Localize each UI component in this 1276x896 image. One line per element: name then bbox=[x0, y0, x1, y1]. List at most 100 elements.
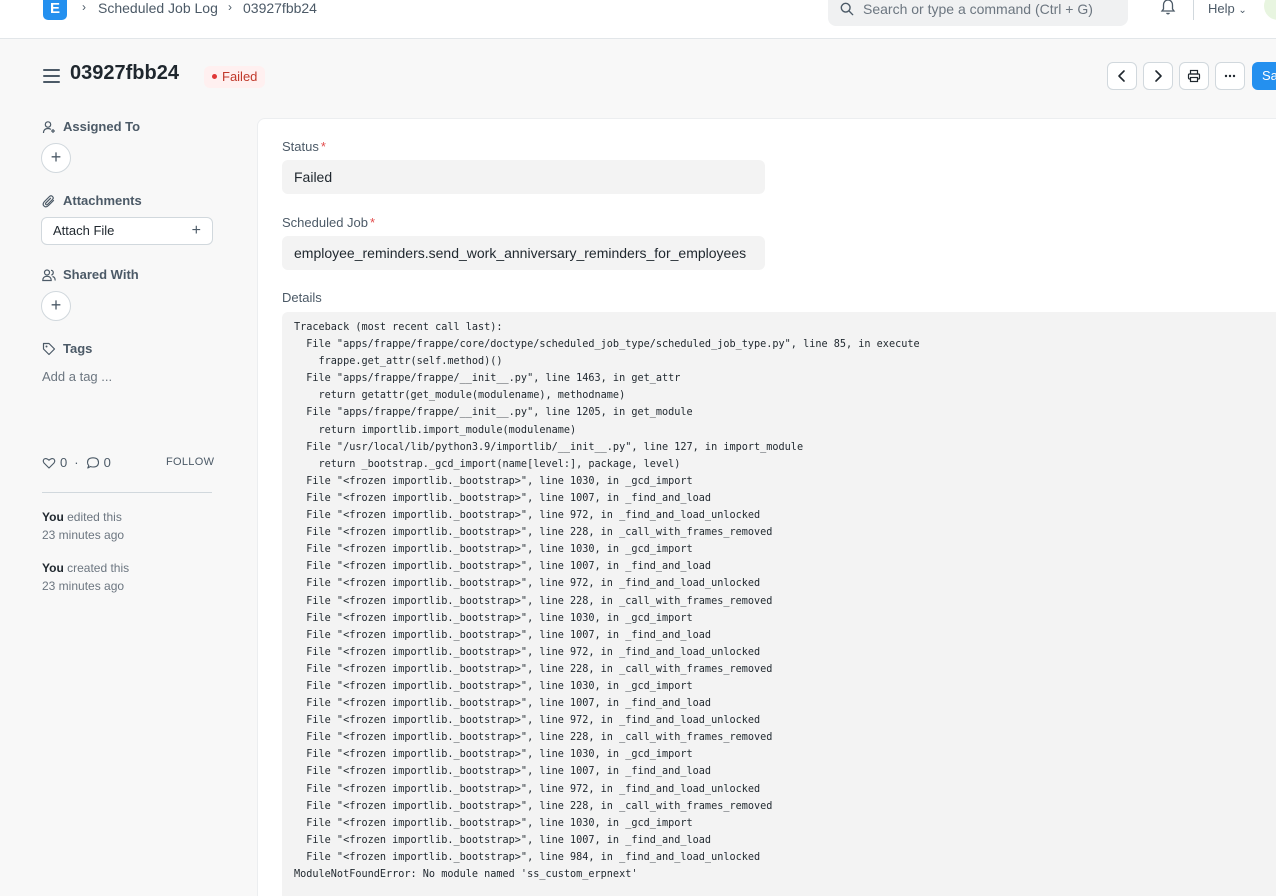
avatar[interactable] bbox=[1264, 0, 1276, 20]
add-share-button[interactable]: + bbox=[41, 291, 71, 321]
tags-section: Tags bbox=[42, 341, 92, 356]
required-marker: * bbox=[320, 139, 326, 154]
chevron-left-icon bbox=[1118, 70, 1125, 82]
social-stats: 0 · 0 bbox=[42, 455, 111, 470]
navbar-divider bbox=[1193, 0, 1194, 20]
code-line: return getattr(get_module(modulename), m… bbox=[294, 390, 626, 402]
chevron-right-icon: › bbox=[228, 0, 232, 14]
code-line: File "apps/frappe/frappe/__init__.py", l… bbox=[294, 407, 693, 419]
plus-icon: + bbox=[50, 147, 62, 167]
status-dot bbox=[212, 74, 217, 80]
code-line: return importlib.import_module(modulenam… bbox=[294, 424, 577, 436]
code-line: File "<frozen importlib._bootstrap>", li… bbox=[294, 817, 693, 829]
activity-action: created this bbox=[63, 561, 130, 575]
code-line: File "<frozen importlib._bootstrap>", li… bbox=[294, 629, 712, 641]
sidebar-toggle-icon[interactable] bbox=[43, 69, 60, 83]
search-placeholder: Search or type a command (Ctrl + G) bbox=[863, 1, 1093, 17]
code-line: File "<frozen importlib._bootstrap>", li… bbox=[294, 851, 761, 863]
app-logo[interactable]: E bbox=[43, 0, 67, 20]
details-code-text: Traceback (most recent call last): File … bbox=[294, 319, 920, 883]
code-line: File "<frozen importlib._bootstrap>", li… bbox=[294, 783, 761, 795]
details-field-label: Details bbox=[282, 290, 322, 305]
activity-item: You edited this 23 minutes ago bbox=[42, 508, 124, 544]
attachments-section: Attachments bbox=[42, 193, 142, 208]
scheduled-job-field[interactable]: employee_reminders.send_work_anniversary… bbox=[282, 236, 765, 270]
code-line: File "<frozen importlib._bootstrap>", li… bbox=[294, 680, 693, 692]
add-assignee-button[interactable]: + bbox=[41, 143, 71, 173]
activity-user: You bbox=[42, 510, 64, 524]
code-line: File "<frozen importlib._bootstrap>", li… bbox=[294, 698, 712, 710]
code-line: Traceback (most recent call last): bbox=[294, 322, 503, 333]
status-badge: Failed bbox=[204, 66, 266, 88]
sidebar-divider bbox=[42, 492, 212, 493]
status-select[interactable]: Failed bbox=[282, 160, 765, 194]
ellipsis-icon bbox=[1224, 74, 1236, 78]
status-field-label: Status * bbox=[282, 139, 326, 154]
code-line: File "<frozen importlib._bootstrap>", li… bbox=[294, 612, 693, 624]
plus-icon: + bbox=[191, 222, 201, 239]
heart-icon[interactable] bbox=[42, 456, 56, 470]
shared-with-label: Shared With bbox=[63, 267, 139, 282]
help-label: Help bbox=[1208, 1, 1235, 16]
code-line: File "apps/frappe/frappe/core/doctype/sc… bbox=[294, 339, 920, 351]
code-line: File "<frozen importlib._bootstrap>", li… bbox=[294, 510, 761, 522]
follow-button[interactable]: FOLLOW bbox=[166, 456, 214, 468]
assigned-to-section: Assigned To bbox=[42, 119, 140, 134]
printer-icon bbox=[1187, 69, 1201, 83]
next-doc-button[interactable] bbox=[1143, 62, 1173, 90]
breadcrumb-scheduled-job-log[interactable]: Scheduled Job Log bbox=[98, 0, 218, 16]
chevron-down-icon: ⌄ bbox=[1238, 5, 1247, 16]
save-button[interactable]: Sa bbox=[1252, 62, 1276, 90]
search-icon bbox=[840, 2, 854, 16]
add-tag-input[interactable]: Add a tag ... bbox=[42, 369, 112, 384]
code-line: File "<frozen importlib._bootstrap>", li… bbox=[294, 475, 693, 487]
comments-count: 0 bbox=[103, 455, 111, 470]
code-line: frappe.get_attr(self.method)() bbox=[294, 356, 503, 368]
code-line: File "<frozen importlib._bootstrap>", li… bbox=[294, 544, 693, 556]
likes-count: 0 bbox=[60, 455, 68, 470]
plus-icon: + bbox=[50, 295, 62, 315]
status-text: Failed bbox=[222, 69, 258, 84]
code-line: File "<frozen importlib._bootstrap>", li… bbox=[294, 749, 693, 761]
navbar: E › Scheduled Job Log › 03927fbb24 Searc… bbox=[0, 0, 1276, 39]
code-line: File "<frozen importlib._bootstrap>", li… bbox=[294, 578, 761, 590]
activity-item: You created this 23 minutes ago bbox=[42, 559, 129, 595]
activity-action: edited this bbox=[63, 510, 122, 524]
attachments-label: Attachments bbox=[63, 193, 142, 208]
code-line: File "/usr/local/lib/python3.9/importlib… bbox=[294, 441, 804, 453]
attach-file-label: Attach File bbox=[53, 223, 115, 238]
code-line: File "<frozen importlib._bootstrap>", li… bbox=[294, 646, 761, 658]
print-button[interactable] bbox=[1179, 62, 1209, 90]
previous-doc-button[interactable] bbox=[1107, 62, 1137, 90]
more-actions-button[interactable] bbox=[1215, 62, 1245, 90]
tag-icon bbox=[42, 342, 56, 355]
code-line: File "<frozen importlib._bootstrap>", li… bbox=[294, 800, 773, 812]
code-line: ModuleNotFoundError: No module named 'ss… bbox=[294, 869, 638, 880]
shared-with-section: Shared With bbox=[42, 267, 139, 282]
code-line: File "<frozen importlib._bootstrap>", li… bbox=[294, 527, 773, 539]
activity-time: 23 minutes ago bbox=[42, 528, 125, 542]
status-label-text: Status bbox=[282, 139, 319, 154]
code-line: File "<frozen importlib._bootstrap>", li… bbox=[294, 492, 712, 504]
bell-icon[interactable] bbox=[1159, 0, 1177, 16]
help-menu[interactable]: Help ⌄ bbox=[1208, 1, 1247, 16]
required-marker: * bbox=[370, 215, 376, 230]
search-bar[interactable]: Search or type a command (Ctrl + G) bbox=[828, 0, 1128, 26]
paperclip-icon bbox=[42, 194, 55, 207]
separator-dot: · bbox=[74, 455, 79, 470]
page-title: 03927fbb24 bbox=[70, 62, 179, 84]
code-line: File "<frozen importlib._bootstrap>", li… bbox=[294, 715, 761, 727]
code-line: File "<frozen importlib._bootstrap>", li… bbox=[294, 663, 773, 675]
code-line: File "<frozen importlib._bootstrap>", li… bbox=[294, 834, 712, 846]
chevron-right-icon bbox=[1155, 70, 1162, 82]
comment-icon[interactable] bbox=[86, 456, 100, 470]
code-line: File "<frozen importlib._bootstrap>", li… bbox=[294, 561, 712, 573]
chevron-right-icon: › bbox=[82, 0, 86, 14]
code-line: File "<frozen importlib._bootstrap>", li… bbox=[294, 732, 773, 744]
tags-label: Tags bbox=[63, 341, 93, 356]
scheduled-job-field-label: Scheduled Job * bbox=[282, 215, 375, 230]
code-line: File "<frozen importlib._bootstrap>", li… bbox=[294, 595, 773, 607]
activity-time: 23 minutes ago bbox=[42, 579, 125, 593]
breadcrumb-current[interactable]: 03927fbb24 bbox=[243, 0, 317, 16]
attach-file-button[interactable]: Attach File + bbox=[41, 217, 213, 245]
